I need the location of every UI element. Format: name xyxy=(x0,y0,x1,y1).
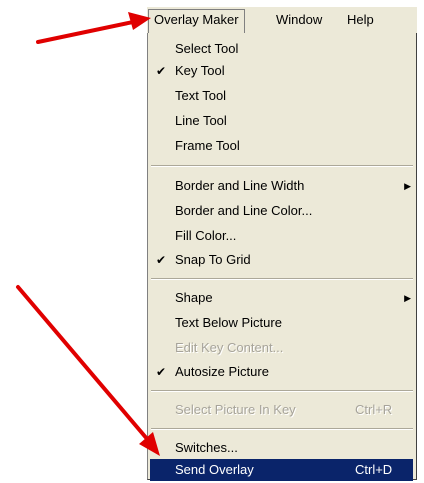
menu-item-label: Text Below Picture xyxy=(175,315,282,330)
menu-item-label: Switches... xyxy=(175,440,238,455)
menu-item-label: Key Tool xyxy=(175,63,225,78)
menu-item-shortcut: Ctrl+R xyxy=(355,402,393,417)
menu-separator xyxy=(151,428,413,430)
menu-item-shortcut: Ctrl+D xyxy=(355,462,393,477)
menu-item-text-below-picture[interactable]: Text Below Picture xyxy=(150,312,413,334)
menu-item-label: Border and Line Color... xyxy=(175,203,313,218)
menu-item-edit-key-content: Edit Key Content... xyxy=(150,337,413,359)
menu-item-text-tool[interactable]: Text Tool xyxy=(150,85,413,107)
menu-item-label: Shape xyxy=(175,290,213,305)
menu-item-label: Snap To Grid xyxy=(175,252,251,267)
menu-item-autosize-picture[interactable]: ✔ Autosize Picture xyxy=(150,361,413,383)
menu-item-label: Autosize Picture xyxy=(175,364,269,379)
menu-item-label: Select Tool xyxy=(175,41,239,56)
menu-item-fill-color[interactable]: Fill Color... xyxy=(150,225,413,247)
checkmark-icon: ✔ xyxy=(156,365,167,379)
menu-item-label: Border and Line Width xyxy=(175,178,305,193)
menu-item-label: Line Tool xyxy=(175,113,227,128)
menu-item-select-tool[interactable]: Select Tool xyxy=(150,38,413,60)
menu-item-label: Select Picture In Key xyxy=(175,402,296,417)
menu-item-select-picture-in-key: Select Picture In Key Ctrl+R xyxy=(150,399,413,421)
menu-item-shape[interactable]: Shape ▶ xyxy=(150,287,413,309)
menu-item-snap-to-grid[interactable]: ✔ Snap To Grid xyxy=(150,249,413,271)
menu-bar: Overlay Maker Window Help xyxy=(147,7,417,35)
submenu-arrow-icon: ▶ xyxy=(404,293,411,303)
screenshot-stage: Overlay Maker Window Help Select Tool ✔ … xyxy=(0,0,424,483)
menu-item-border-line-width[interactable]: Border and Line Width ▶ xyxy=(150,175,413,197)
menu-separator xyxy=(151,278,413,280)
arrow-to-send-overlay-item xyxy=(16,285,160,456)
menu-item-label: Frame Tool xyxy=(175,138,240,153)
menu-item-frame-tool[interactable]: Frame Tool xyxy=(150,135,413,157)
menu-item-label: Send Overlay xyxy=(175,462,254,477)
menu-item-switches[interactable]: Switches... xyxy=(150,437,413,459)
arrow-to-overlay-maker-menu xyxy=(36,12,151,44)
checkmark-icon: ✔ xyxy=(156,253,167,267)
checkmark-icon: ✔ xyxy=(156,64,167,78)
menubar-window[interactable]: Window xyxy=(271,10,327,30)
menu-item-label: Fill Color... xyxy=(175,228,237,243)
menu-item-border-line-color[interactable]: Border and Line Color... xyxy=(150,200,413,222)
menu-separator xyxy=(151,390,413,392)
menubar-overlay-maker[interactable]: Overlay Maker xyxy=(148,9,245,33)
menubar-help[interactable]: Help xyxy=(342,10,379,30)
overlay-maker-dropdown: Select Tool ✔ Key Tool Text Tool Line To… xyxy=(147,33,417,481)
menu-item-line-tool[interactable]: Line Tool xyxy=(150,110,413,132)
menu-item-label: Edit Key Content... xyxy=(175,340,284,355)
menu-item-send-overlay[interactable]: Send Overlay Ctrl+D xyxy=(150,459,413,481)
menu-item-key-tool[interactable]: ✔ Key Tool xyxy=(150,60,413,82)
submenu-arrow-icon: ▶ xyxy=(404,181,411,191)
menu-item-label: Text Tool xyxy=(175,88,227,103)
menu-separator xyxy=(151,165,413,167)
